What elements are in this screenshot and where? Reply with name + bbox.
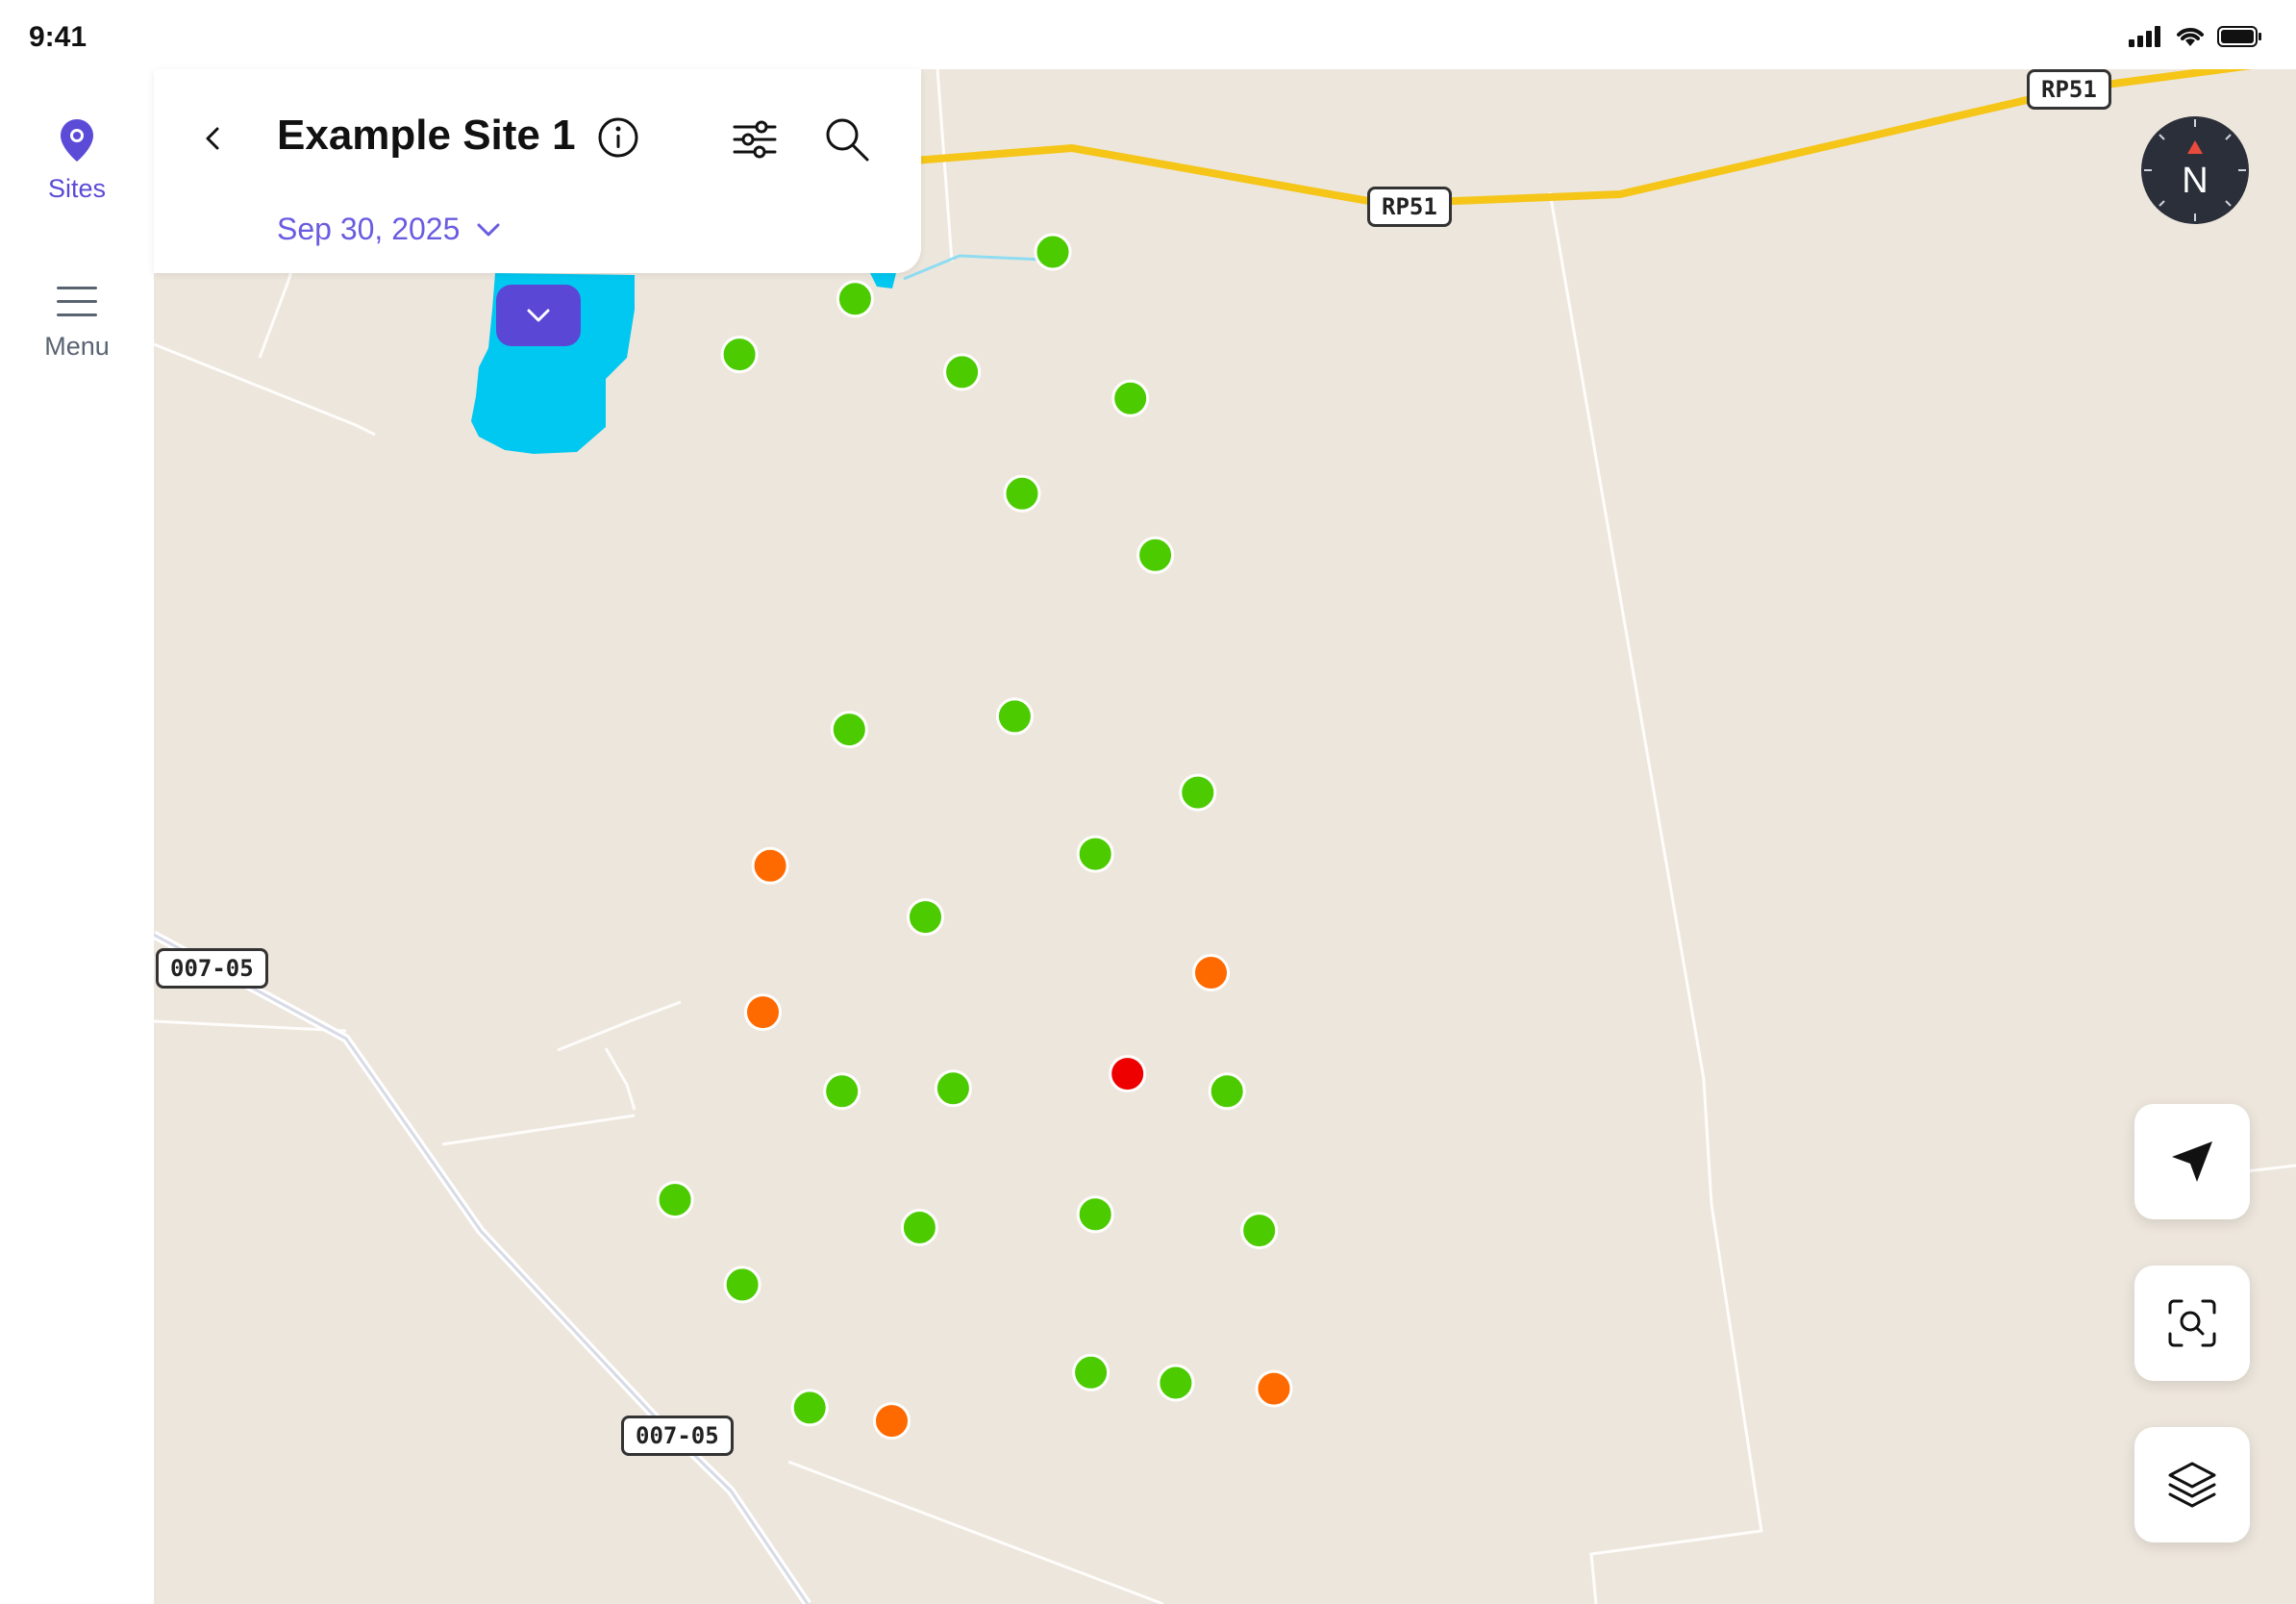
map-view[interactable] xyxy=(154,69,2296,1604)
sensor-marker-good[interactable] xyxy=(1003,474,1041,513)
collapse-panel-button[interactable] xyxy=(496,285,581,346)
chevron-down-icon xyxy=(477,223,500,236)
focus-search-icon xyxy=(2168,1299,2216,1347)
status-icons xyxy=(2129,25,2263,48)
sensor-marker-good[interactable] xyxy=(1076,1195,1114,1234)
sensor-marker-good[interactable] xyxy=(934,1069,972,1108)
location-arrow-icon xyxy=(2172,1141,2212,1182)
nav-item-sites[interactable]: Sites xyxy=(0,117,154,204)
nav-item-menu[interactable]: Menu xyxy=(0,283,154,362)
sensor-marker-good[interactable] xyxy=(995,697,1034,736)
sensor-marker-good[interactable] xyxy=(790,1389,829,1427)
sensor-marker-warning[interactable] xyxy=(751,846,789,885)
sensor-marker-critical[interactable] xyxy=(1109,1055,1147,1093)
signal-icon xyxy=(2129,26,2160,47)
site-header-card: Example Site 1 Sep 30, 2025 xyxy=(154,69,921,273)
back-icon[interactable] xyxy=(192,117,235,160)
road-label-rp51-1: RP51 xyxy=(2027,69,2111,110)
sensor-marker-good[interactable] xyxy=(1240,1212,1279,1250)
road-label-007-05-1: 007-05 xyxy=(156,948,268,989)
zoom-to-fit-button[interactable] xyxy=(2134,1266,2250,1381)
nav-item-menu-label: Menu xyxy=(44,332,110,361)
sensor-marker-good[interactable] xyxy=(907,898,944,937)
nav-item-sites-label: Sites xyxy=(47,174,107,203)
hamburger-menu-icon xyxy=(57,287,97,316)
field-boundaries xyxy=(154,69,2296,1604)
sensor-marker-warning[interactable] xyxy=(873,1402,911,1441)
sensor-marker-good[interactable] xyxy=(1111,379,1150,417)
sensor-marker-good[interactable] xyxy=(1208,1072,1246,1111)
road-label-rp51-2: RP51 xyxy=(1367,187,1452,227)
battery-icon xyxy=(2217,26,2261,47)
sensor-markers xyxy=(656,182,1293,1441)
sensor-marker-good[interactable] xyxy=(823,1072,861,1111)
map-pin-icon xyxy=(61,119,93,162)
map-canvas xyxy=(154,69,2296,1604)
sensor-marker-good[interactable] xyxy=(720,336,759,374)
sensor-marker-warning[interactable] xyxy=(1255,1369,1293,1408)
status-time: 9:41 xyxy=(29,21,87,53)
sensor-marker-warning[interactable] xyxy=(744,993,782,1032)
nav-rail: Sites Menu xyxy=(0,69,154,1604)
sensor-marker-warning[interactable] xyxy=(1192,954,1230,991)
date-text: Sep 30, 2025 xyxy=(277,212,461,246)
info-icon[interactable] xyxy=(594,113,642,162)
compass-n-label: N xyxy=(2182,161,2208,201)
sensor-marker-good[interactable] xyxy=(1076,835,1114,873)
compass-icon: N xyxy=(2141,116,2249,224)
sensor-marker-good[interactable] xyxy=(1034,233,1072,271)
filter-sliders-icon[interactable] xyxy=(729,113,781,165)
sensor-marker-good[interactable] xyxy=(1157,1364,1195,1402)
map-layers-button[interactable] xyxy=(2134,1427,2250,1542)
sensor-marker-good[interactable] xyxy=(1136,536,1175,574)
site-title: Example Site 1 xyxy=(277,112,576,159)
sensor-marker-good[interactable] xyxy=(830,711,868,749)
sensor-marker-good[interactable] xyxy=(943,353,982,391)
sensor-marker-good[interactable] xyxy=(1072,1353,1111,1391)
sensor-marker-good[interactable] xyxy=(836,280,874,318)
status-bar: 9:41 xyxy=(0,0,2296,69)
search-icon[interactable] xyxy=(821,113,873,165)
my-location-button[interactable] xyxy=(2134,1104,2250,1219)
compass[interactable]: N xyxy=(2140,115,2250,225)
sensor-marker-good[interactable] xyxy=(900,1209,938,1246)
sensor-marker-good[interactable] xyxy=(1179,773,1217,812)
chevron-down-icon xyxy=(527,309,550,322)
sensor-marker-good[interactable] xyxy=(656,1181,694,1219)
road-label-007-05-2: 007-05 xyxy=(621,1416,734,1456)
date-selector[interactable]: Sep 30, 2025 xyxy=(277,212,502,247)
road-007-05 xyxy=(154,931,811,1604)
wifi-icon xyxy=(2177,28,2204,46)
sensor-marker-good[interactable] xyxy=(723,1266,761,1304)
layers-icon xyxy=(2168,1462,2216,1508)
